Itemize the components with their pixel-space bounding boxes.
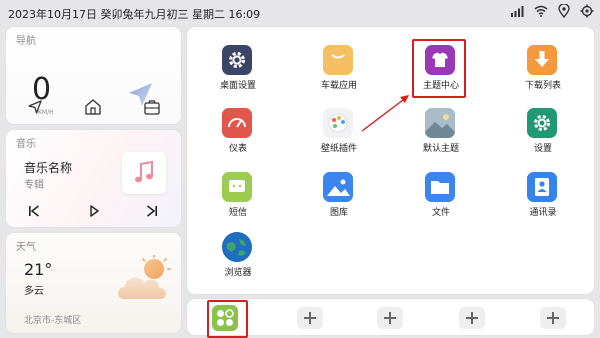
song-title: 音乐名称 <box>24 161 73 175</box>
status-bar: 2023年10月17日 癸卯兔年九月初三 星期二 16:09 <box>0 0 600 26</box>
weather-card-title: 天气 <box>16 242 36 253</box>
plus-icon-vertical <box>309 312 311 324</box>
temperature: 21° <box>24 260 53 279</box>
album-cover <box>122 152 166 194</box>
home-icon[interactable] <box>84 98 102 116</box>
music-card[interactable]: 音乐 音乐名称 专辑 <box>6 130 181 227</box>
dock <box>187 299 594 338</box>
navigation-card-title: 导航 <box>16 36 36 47</box>
previous-icon[interactable] <box>28 205 40 217</box>
music-controls <box>6 202 181 222</box>
navigate-icon[interactable] <box>27 99 43 115</box>
add-slot-button[interactable] <box>297 307 323 329</box>
weather-location: 北京市-东城区 <box>24 316 82 326</box>
work-icon[interactable] <box>143 98 161 116</box>
add-slot-button[interactable] <box>459 307 485 329</box>
weather-condition: 多云 <box>24 286 44 297</box>
plus-icon-vertical <box>552 312 554 324</box>
status-icons <box>510 4 594 18</box>
plus-icon-vertical <box>389 312 391 324</box>
album-name: 专辑 <box>24 180 44 191</box>
annotation-arrow <box>361 95 409 132</box>
next-icon[interactable] <box>146 205 158 217</box>
weather-card[interactable]: 天气 21° 多云 北京市-东城区 <box>6 233 181 333</box>
location-icon <box>558 4 570 18</box>
apps-panel: 桌面设置 车载应用 主题中心 下载列表 仪表 壁纸插件 默认主题 设置 短信 图… <box>187 27 594 313</box>
play-icon[interactable] <box>88 205 100 217</box>
plus-icon-vertical <box>471 312 473 324</box>
cloudy-icon <box>118 255 171 299</box>
wifi-icon <box>534 5 548 17</box>
settings-icon[interactable] <box>580 4 594 18</box>
signal-icon <box>511 6 524 17</box>
music-note-icon <box>135 161 153 183</box>
navigation-card[interactable]: 导航 0 KM/H <box>6 27 181 124</box>
add-slot-button[interactable] <box>377 307 403 329</box>
add-slot-button[interactable] <box>540 307 566 329</box>
music-card-title: 音乐 <box>16 139 36 150</box>
status-datetime: 2023年10月17日 癸卯兔年九月初三 星期二 16:09 <box>8 8 261 21</box>
dock-app-highlight <box>207 300 248 338</box>
